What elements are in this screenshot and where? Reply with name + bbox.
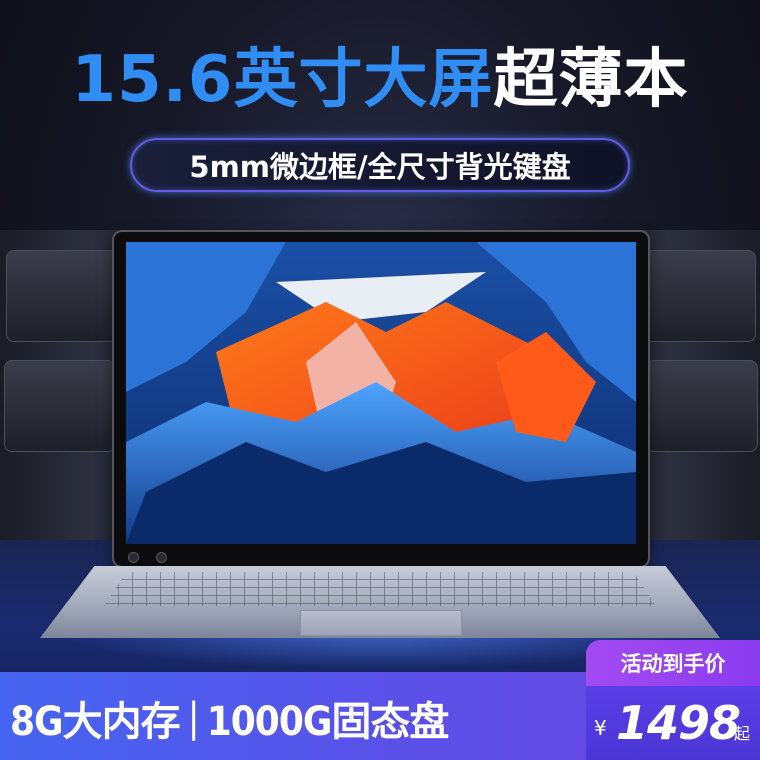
- background-box: [646, 360, 758, 452]
- touchpad: [300, 610, 462, 636]
- headline-screen: 英寸大屏: [233, 43, 494, 117]
- storage-spec: 1000G固态盘: [206, 699, 450, 745]
- laptop-screen-wallpaper: [126, 242, 636, 544]
- webcam-lens: [128, 552, 139, 563]
- background-box: [636, 250, 756, 342]
- spec-text: 8G大内存 | 1000G固态盘: [10, 679, 580, 757]
- headline-size: 15.6: [71, 43, 234, 117]
- price-panel: ¥ 1498 起: [586, 686, 760, 760]
- background-box: [6, 250, 128, 342]
- feature-pill: 5mm微边框/全尺寸背光键盘: [130, 138, 630, 192]
- wallpaper-image: [126, 242, 636, 544]
- webcam-indicator: [156, 552, 167, 563]
- price-value: 1498: [616, 696, 741, 750]
- background-box: [4, 360, 116, 452]
- memory-spec: 8G大内存: [10, 699, 181, 745]
- headline: 15.6英寸大屏超薄本: [0, 28, 760, 120]
- feature-text: 5mm微边框/全尺寸背光键盘: [189, 150, 571, 184]
- backlit-keyboard: [104, 572, 656, 606]
- laptop-lid: [114, 232, 648, 566]
- price-suffix: 起: [734, 724, 751, 743]
- headline-thin: 超薄本: [493, 43, 689, 117]
- spec-separator: |: [187, 695, 200, 741]
- price-badge: 活动到手价 ¥ 1498 起: [586, 640, 760, 760]
- currency-symbol: ¥: [594, 716, 607, 740]
- price-tag-label: 活动到手价: [586, 640, 760, 686]
